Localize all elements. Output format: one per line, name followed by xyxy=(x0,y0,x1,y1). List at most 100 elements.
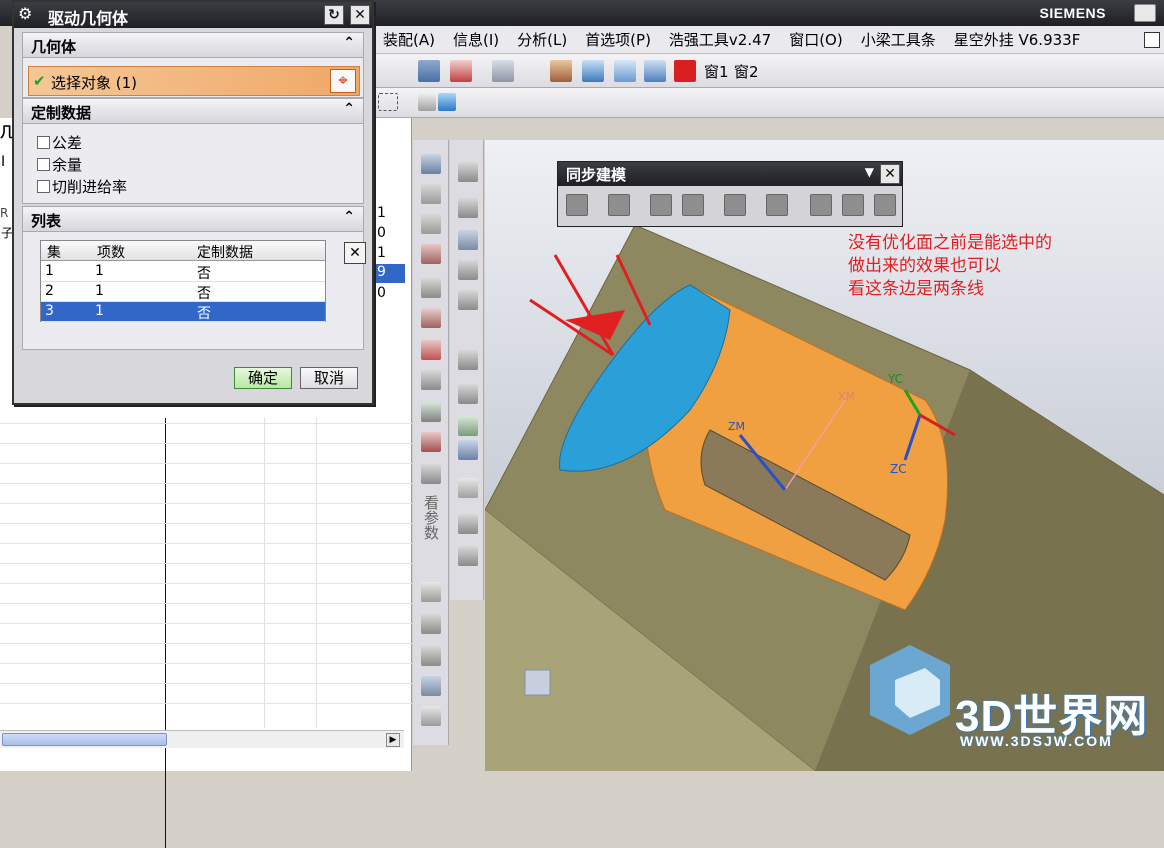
column-header[interactable]: 项数 xyxy=(97,242,125,262)
cube-icon[interactable] xyxy=(438,93,456,111)
flag-icon[interactable] xyxy=(674,60,696,82)
chevron-up-icon[interactable]: ⌃ xyxy=(343,209,355,225)
list-section-header[interactable]: 列表 ⌃ xyxy=(22,206,364,232)
tool-icon[interactable] xyxy=(421,676,441,696)
menu-preferences[interactable]: 首选项(P) xyxy=(576,29,660,50)
offset-region-icon[interactable] xyxy=(650,194,672,216)
tool-icon[interactable] xyxy=(458,384,478,404)
mirror-face-icon[interactable] xyxy=(874,194,896,216)
menu-restore-button[interactable] xyxy=(1144,32,1160,48)
text-a-icon[interactable] xyxy=(421,706,441,726)
menu-haoqiang-tools[interactable]: 浩强工具v2.47 xyxy=(660,29,780,50)
csys-icon[interactable] xyxy=(450,60,472,82)
pull-face-icon[interactable] xyxy=(608,194,630,216)
tool-icon[interactable] xyxy=(458,478,478,498)
cancel-button[interactable]: 取消 xyxy=(300,367,358,389)
navigator-horizontal-scrollbar[interactable]: ▶ xyxy=(0,730,404,748)
copy-face-icon[interactable] xyxy=(810,194,832,216)
tool-icon[interactable] xyxy=(458,290,478,310)
yc-axis-label: YC xyxy=(888,372,904,386)
layer-icon[interactable] xyxy=(421,154,441,174)
tool-icon[interactable] xyxy=(421,432,441,452)
tool-icon[interactable] xyxy=(421,614,441,634)
layer-icon[interactable] xyxy=(418,60,440,82)
cube-icon[interactable] xyxy=(421,308,441,328)
set-list-table: 集 项数 定制数据 1 1 否 2 1 否 3 1 否 xyxy=(40,240,326,322)
column-header[interactable]: 定制数据 xyxy=(197,242,253,262)
cut-icon[interactable] xyxy=(421,244,441,264)
scrollbar-thumb[interactable] xyxy=(2,733,167,746)
close-icon[interactable]: ✕ xyxy=(350,5,370,25)
shape-icon[interactable] xyxy=(421,214,441,234)
menu-window[interactable]: 窗口(O) xyxy=(780,29,852,50)
view-parameters-label[interactable]: 看参数 xyxy=(422,495,440,540)
menu-analysis[interactable]: 分析(L) xyxy=(508,29,576,50)
crosshair-icon[interactable]: ⌖ xyxy=(330,69,356,93)
shape-icon[interactable] xyxy=(421,184,441,204)
document-icon[interactable] xyxy=(582,60,604,82)
resize-blend-icon[interactable] xyxy=(724,194,746,216)
pattern-face-icon[interactable] xyxy=(842,194,864,216)
eraser-icon[interactable] xyxy=(418,93,436,111)
tool-icon[interactable] xyxy=(458,350,478,370)
selection-box-icon[interactable] xyxy=(378,93,398,111)
ok-button[interactable]: 确定 xyxy=(234,367,292,389)
sync-toolbar-title-bar[interactable]: 同步建模 ▼ ✕ xyxy=(558,162,902,186)
checkbox-box[interactable] xyxy=(37,158,50,171)
siemens-brand: SIEMENS xyxy=(1039,5,1106,21)
delete-face-icon[interactable] xyxy=(766,194,788,216)
monitor-icon[interactable] xyxy=(644,60,666,82)
gear-icon[interactable]: ⚙ xyxy=(18,4,32,23)
replace-face-icon[interactable] xyxy=(682,194,704,216)
remove-item-icon[interactable]: ✕ xyxy=(344,242,366,264)
chevron-up-icon[interactable]: ⌃ xyxy=(343,35,355,51)
tool-icon[interactable] xyxy=(421,646,441,666)
graphics-viewport[interactable]: YC ZC ZM XM xyxy=(485,140,1164,771)
tool-icon[interactable] xyxy=(458,546,478,566)
window-minimize-button[interactable] xyxy=(1134,4,1156,22)
table-row-selected[interactable]: 3 1 否 xyxy=(41,302,325,322)
grid-line xyxy=(0,663,412,664)
stock-checkbox[interactable]: 余量 xyxy=(37,154,82,175)
move-face-icon[interactable] xyxy=(566,194,588,216)
dialog-title-bar[interactable]: ⚙ 驱动几何体 ↻ ✕ xyxy=(14,2,372,28)
tool-icon[interactable] xyxy=(458,416,478,436)
cube-icon[interactable] xyxy=(421,278,441,298)
window1-button[interactable]: 窗1 xyxy=(704,61,729,82)
table-row[interactable]: 2 1 否 xyxy=(41,282,325,302)
menu-assembly[interactable]: 装配(A) xyxy=(374,29,444,50)
tool-icon[interactable] xyxy=(458,198,478,218)
window2-button[interactable]: 窗2 xyxy=(734,61,759,82)
tool-icon[interactable] xyxy=(458,514,478,534)
tool-icon[interactable] xyxy=(458,260,478,280)
tool-icon[interactable] xyxy=(458,230,478,250)
column-header[interactable]: 集 xyxy=(47,242,61,262)
tool-icon[interactable] xyxy=(458,162,478,182)
text-a-icon[interactable] xyxy=(421,582,441,602)
chevron-down-icon[interactable]: ▼ xyxy=(865,165,874,179)
checkbox-box[interactable] xyxy=(37,180,50,193)
menu-xingkong-plugin[interactable]: 星空外挂 V6.933F xyxy=(945,29,1090,50)
tool-icon[interactable] xyxy=(421,402,441,422)
chevron-up-icon[interactable]: ⌃ xyxy=(343,101,355,117)
table-row[interactable]: 1 1 否 xyxy=(41,262,325,282)
scroll-right-arrow-icon[interactable]: ▶ xyxy=(386,733,400,747)
annotation-line: 看这条边是两条线 xyxy=(848,279,984,299)
tool-icon[interactable] xyxy=(458,440,478,460)
tool-icon[interactable] xyxy=(421,464,441,484)
menu-xiaoliang-toolbar[interactable]: 小梁工具条 xyxy=(852,29,945,50)
photo-icon[interactable] xyxy=(550,60,572,82)
checkbox-box[interactable] xyxy=(37,136,50,149)
select-object-row[interactable]: ✔ 选择对象 (1) ⌖ xyxy=(28,66,360,96)
calculator-icon[interactable] xyxy=(614,60,636,82)
geometry-section-header[interactable]: 几何体 ⌃ xyxy=(22,32,364,58)
menu-information[interactable]: 信息(I) xyxy=(444,29,508,50)
box-icon[interactable] xyxy=(421,340,441,360)
tool-icon[interactable] xyxy=(421,370,441,390)
tolerance-checkbox[interactable]: 公差 xyxy=(37,132,82,153)
custom-data-section-header[interactable]: 定制数据 ⌃ xyxy=(22,98,364,124)
datum-icon[interactable] xyxy=(492,60,514,82)
close-icon[interactable]: ✕ xyxy=(880,164,900,184)
reset-icon[interactable]: ↻ xyxy=(324,5,344,25)
feed-rate-checkbox[interactable]: 切削进给率 xyxy=(37,176,127,197)
